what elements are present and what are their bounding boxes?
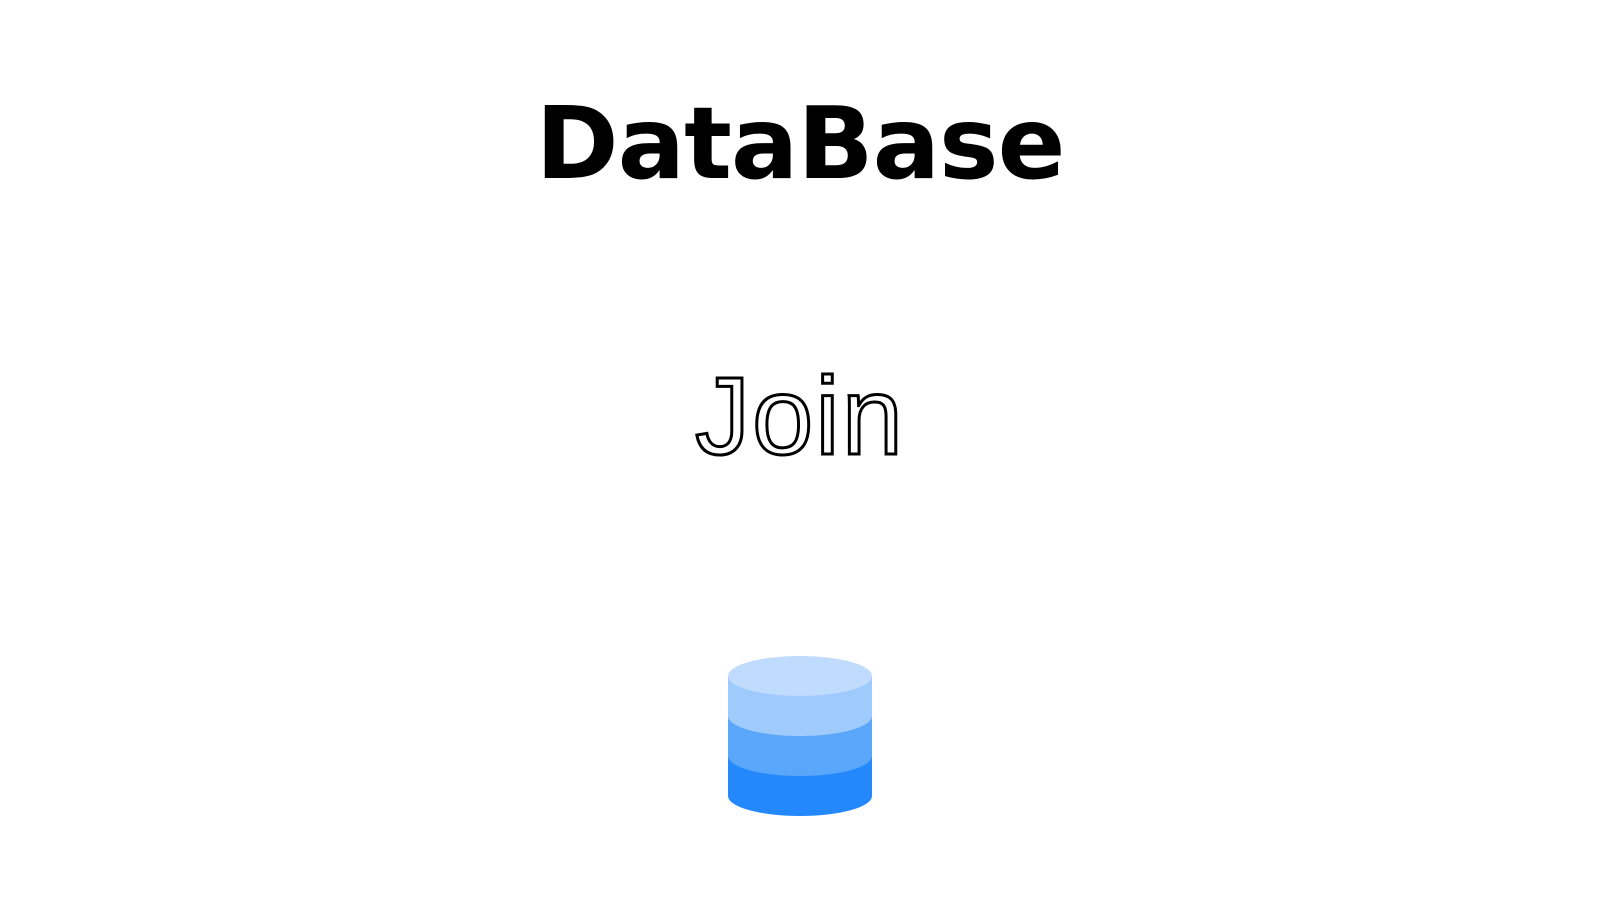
database-top	[728, 656, 872, 696]
slide: DataBase Join	[0, 0, 1600, 900]
slide-subtitle: Join	[694, 354, 905, 480]
slide-title: DataBase	[535, 85, 1066, 202]
database-icon	[728, 656, 872, 816]
